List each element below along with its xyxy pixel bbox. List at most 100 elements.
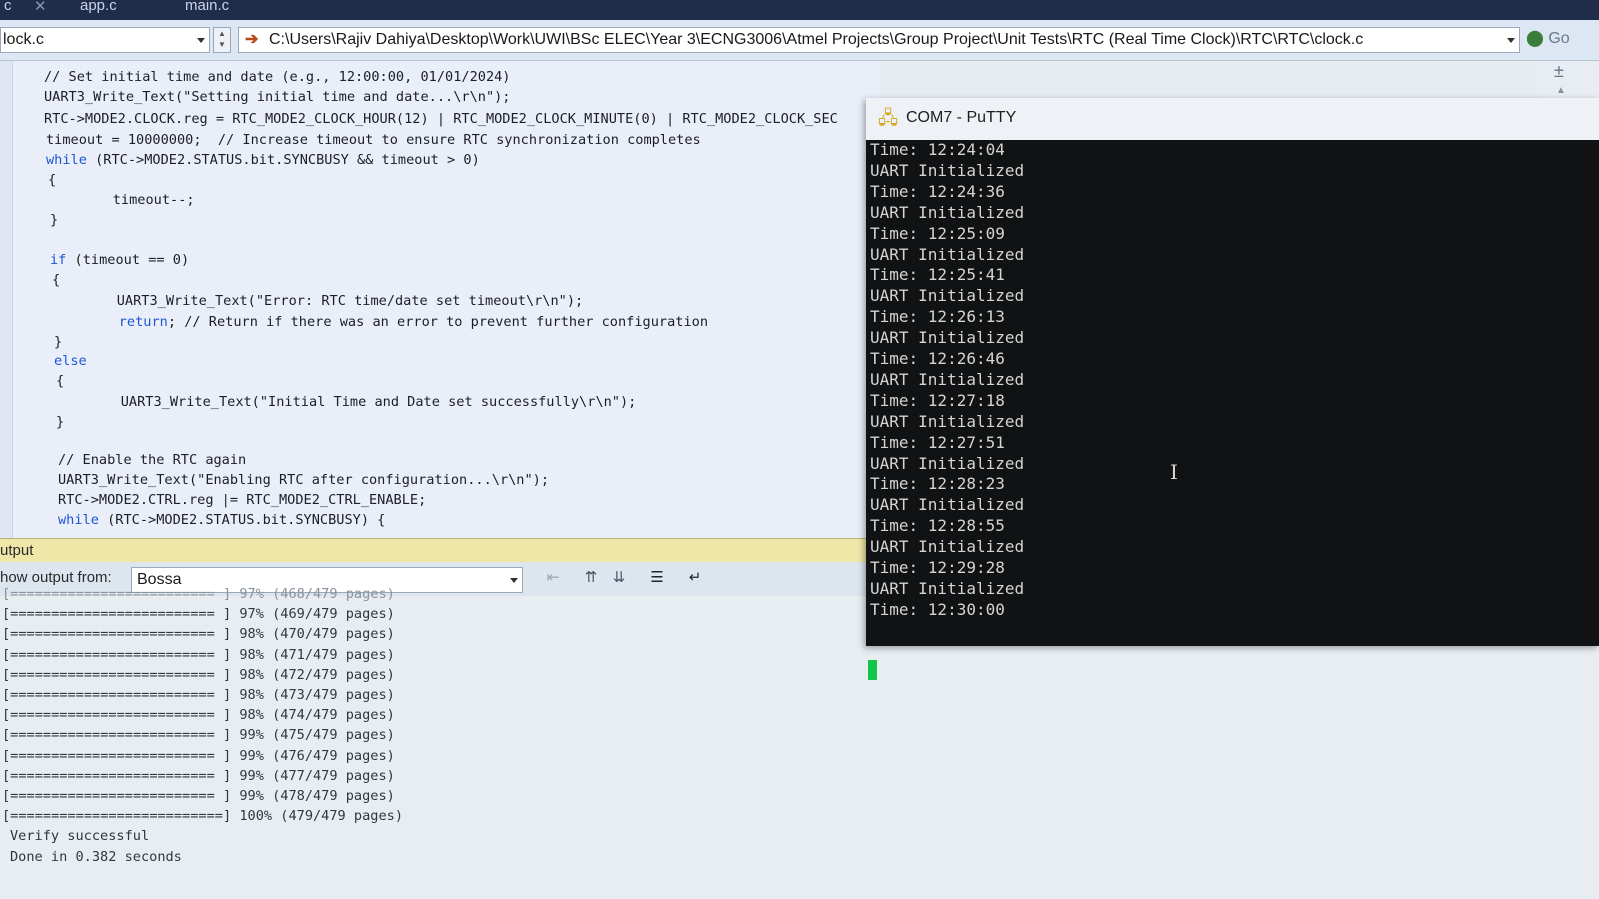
output-line: [========================= ] 98% (472/47… — [2, 666, 395, 683]
close-icon[interactable]: ✕ — [34, 0, 47, 15]
split-icon[interactable]: ± — [1554, 61, 1564, 82]
tab-clock-c[interactable]: c — [4, 0, 12, 14]
terminal-line: Time: 12:26:13 — [870, 307, 1005, 327]
scroll-up-icon[interactable]: ▲ — [1556, 85, 1566, 96]
code-keyword: while — [46, 152, 87, 168]
terminal-line: Time: 12:28:23 — [870, 474, 1005, 494]
file-combo[interactable]: lock.c — [0, 27, 210, 53]
code-line: UART3_Write_Text("Enabling RTC after con… — [58, 472, 549, 488]
go-button[interactable]: ⬤ Go — [1526, 28, 1570, 48]
terminal-line: Time: 12:27:18 — [870, 390, 1005, 410]
mouse-ibeam-cursor: I — [1170, 460, 1178, 484]
terminal-cursor — [868, 660, 877, 680]
code-text: RTC->MODE2.CTRL.reg |= RTC_MODE2_CTRL_EN… — [58, 492, 427, 508]
output-line: [========================= ] 98% (473/47… — [2, 687, 395, 703]
output-line: [========================= ] 97% (469/47… — [2, 606, 395, 623]
next-message-icon[interactable]: ⇊ — [608, 568, 630, 588]
tab-app-c[interactable]: app.c — [80, 0, 117, 14]
terminal-line: UART Initialized — [870, 495, 1025, 515]
output-line: [========================= ] 97% (468/47… — [2, 586, 395, 602]
code-text: // Enable the RTC again — [58, 452, 247, 468]
code-text: } — [54, 334, 63, 350]
code-text: { — [48, 172, 57, 188]
terminal-line: UART Initialized — [870, 578, 1025, 598]
show-output-label: how output from: — [0, 569, 112, 586]
terminal-line: Time: 12:26:46 — [870, 349, 1005, 368]
code-line: UART3_Write_Text("Setting initial time a… — [44, 89, 511, 105]
terminal-line: Time: 12:25:09 — [870, 223, 1005, 243]
code-line: } — [50, 212, 58, 228]
code-text: } — [56, 414, 65, 430]
previous-message-icon[interactable]: ⇈ — [580, 568, 602, 588]
terminal-line: Time: 12:27:51 — [870, 432, 1005, 452]
terminal-line: UART Initialized — [870, 286, 1025, 306]
code-text: ; // Return if there was an error to pre… — [167, 314, 709, 330]
terminal-line: UART Initialized — [870, 244, 1025, 264]
tab-main-c[interactable]: main.c — [185, 0, 229, 14]
code-text: (RTC->MODE2.STATUS.bit.SYNCBUSY) { — [98, 512, 386, 528]
clear-all-icon[interactable]: ☰ — [646, 568, 668, 588]
chevron-down-icon — [197, 38, 205, 43]
terminal-line: Time: 12:25:41 — [870, 265, 1005, 285]
chevron-down-icon — [1507, 38, 1515, 43]
code-text: timeout--; — [80, 192, 195, 208]
code-line: UART3_Write_Text("Initial Time and Date … — [88, 394, 637, 410]
code-text: // Set initial time and date (e.g., 12:0… — [44, 69, 511, 85]
code-line: { — [56, 373, 64, 389]
terminal-line: Time: 12:24:36 — [870, 181, 1005, 201]
find-message-icon[interactable]: ⇤ — [542, 568, 564, 588]
code-line: RTC->MODE2.CTRL.reg |= RTC_MODE2_CTRL_EN… — [58, 492, 426, 508]
chevron-down-icon: ▼ — [218, 40, 226, 49]
go-label: Go — [1548, 30, 1570, 47]
editor-margin — [0, 61, 13, 539]
scroll-spinner[interactable]: ▲ ▼ — [213, 27, 231, 53]
code-line: timeout--; — [80, 192, 195, 208]
chevron-up-icon: ▲ — [218, 29, 226, 38]
putty-window[interactable]: 🖧 COM7 - PuTTY Time: 12:24:04 UART Initia… — [866, 98, 1599, 680]
output-line: [========================= ] 99% (478/47… — [2, 788, 395, 804]
terminal-screen[interactable]: Time: 12:24:04 UART Initialized Time: 12:2… — [866, 140, 1599, 680]
output-panel-header: utput — [0, 538, 880, 563]
code-text: RTC->MODE2.CLOCK.reg = RTC_MODE2_CLOCK_H… — [44, 111, 838, 127]
code-keyword: return — [118, 314, 168, 330]
terminal-line: UART Initialized — [870, 537, 1025, 557]
output-line: [========================= ] 99% (476/47… — [2, 747, 395, 764]
code-text: UART3_Write_Text("Initial Time and Date … — [88, 394, 637, 410]
code-text: } — [50, 212, 59, 228]
terminal-line: UART Initialized — [870, 328, 1025, 348]
output-line: [==========================] 100% (479/4… — [2, 808, 404, 825]
code-line: { — [52, 272, 60, 288]
code-text: (RTC->MODE2.STATUS.bit.SYNCBUSY && timeo… — [86, 152, 480, 168]
terminal-line: Time: 12:30:00 — [870, 599, 1005, 619]
code-text: UART3_Write_Text("Error: RTC time/date s… — [84, 293, 584, 309]
code-line: while (RTC->MODE2.STATUS.bit.SYNCBUSY) { — [58, 512, 385, 528]
go-icon: ⬤ — [1526, 30, 1544, 47]
terminal-line: Time: 12:24:04 — [870, 140, 1005, 159]
code-line: // Set initial time and date (e.g., 12:0… — [44, 69, 511, 85]
file-combo-value: lock.c — [3, 31, 44, 48]
output-line: [========================= ] 98% (474/47… — [2, 707, 395, 724]
output-line: Done in 0.382 seconds — [10, 848, 182, 865]
code-editor[interactable]: // Set initial time and date (e.g., 12:0… — [0, 61, 880, 539]
file-path-combo[interactable]: ➔ C:\Users\Rajiv Dahiya\Desktop\Work\UWI… — [238, 27, 1520, 53]
code-line: } — [56, 414, 64, 430]
putty-title: COM7 - PuTTY — [906, 109, 1017, 126]
code-text: (timeout == 0) — [66, 252, 190, 268]
code-text: { — [56, 373, 65, 389]
terminal-line: UART Initialized — [870, 160, 1025, 180]
code-line: if (timeout == 0) — [50, 252, 189, 268]
chevron-down-icon — [510, 578, 518, 583]
terminal-line: UART Initialized — [870, 411, 1025, 431]
output-line: Verify successful — [10, 828, 150, 845]
word-wrap-icon[interactable]: ↵ — [684, 568, 706, 588]
code-text: timeout = 10000000; // Increase timeout … — [46, 132, 701, 148]
code-line: { — [48, 172, 56, 188]
code-line: return; // Return if there was an error … — [86, 314, 708, 330]
output-line: [========================= ] 99% (475/47… — [2, 727, 395, 744]
code-line: while (RTC->MODE2.STATUS.bit.SYNCBUSY &&… — [46, 152, 480, 168]
code-keyword: while — [58, 512, 99, 528]
putty-title-bar[interactable]: 🖧 COM7 - PuTTY — [866, 98, 1599, 141]
code-line: } — [54, 334, 62, 350]
document-tab-strip: c ✕ app.c main.c — [0, 0, 1599, 20]
